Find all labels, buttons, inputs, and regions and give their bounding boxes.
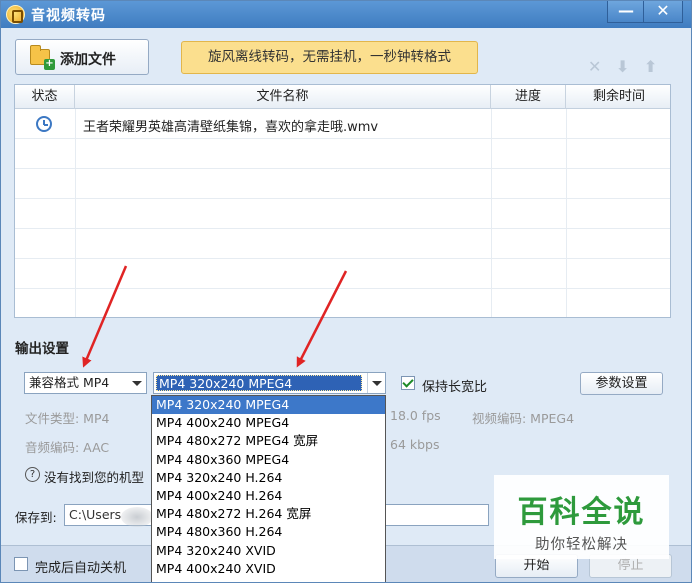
add-file-label: 添加文件 (60, 52, 116, 68)
auto-shutdown-checkbox[interactable] (14, 557, 28, 571)
column-header-filename[interactable]: 文件名称 (75, 85, 491, 109)
app-icon (6, 5, 25, 24)
watermark-logo: 百科全说 (517, 495, 646, 530)
table-row-empty (15, 169, 670, 199)
dropdown-option[interactable]: MP4 480x360 H.264 (152, 523, 385, 541)
column-header-remaining[interactable]: 剩余时间 (566, 85, 670, 109)
clock-icon (36, 116, 52, 132)
audio-codec-info: 音频编码: AAC (25, 440, 110, 455)
baike-watermark: 百科全说 助你轻松解决 (494, 475, 669, 559)
move-down-icon[interactable]: ⬇ (616, 57, 629, 76)
table-header: 状态 文件名称 进度 剩余时间 (15, 85, 670, 109)
dropdown-option[interactable]: MP4 400x240 H.264 (152, 487, 385, 505)
format-select[interactable]: 兼容格式 MP4 (24, 372, 147, 394)
device-not-found-link[interactable]: 没有找到您的机型 (44, 467, 144, 486)
dropdown-option[interactable]: MP4 480x272 MPEG4 宽屏 (152, 432, 385, 450)
table-row-empty (15, 139, 670, 169)
table-row-empty (15, 259, 670, 289)
keep-ratio-checkbox[interactable] (401, 376, 415, 390)
save-to-label: 保存到: (15, 510, 57, 525)
keep-ratio-label[interactable]: 保持长宽比 (422, 376, 487, 395)
dropdown-option[interactable]: MP4 400x240 MPEG4 (152, 414, 385, 432)
minimize-button[interactable]: — (607, 1, 645, 23)
profile-select[interactable]: MP4 320x240 MPEG4 (153, 372, 386, 394)
chevron-down-icon[interactable] (367, 373, 385, 393)
file-list-table[interactable]: 状态 文件名称 进度 剩余时间 王者荣耀男英雄高清壁纸集锦，喜欢的拿走哦.wmv (14, 84, 671, 318)
close-button[interactable]: ✕ (643, 1, 683, 23)
file-name-cell: 王者荣耀男英雄高清壁纸集锦，喜欢的拿走哦.wmv (83, 120, 379, 135)
promo-banner[interactable]: 旋风离线转码，无需挂机，一秒钟转格式 (181, 41, 478, 74)
delete-icon[interactable]: ✕ (588, 57, 601, 76)
profile-dropdown-list[interactable]: MP4 320x240 MPEG4 MP4 400x240 MPEG4 MP4 … (151, 395, 386, 582)
param-settings-button[interactable]: 参数设置 (580, 372, 663, 395)
file-type-info: 文件类型: MP4 (25, 411, 110, 426)
window-title: 音视频转码 (31, 8, 106, 24)
dropdown-option[interactable]: MP4 320x240 MPEG4 (152, 396, 385, 415)
format-select-value: 兼容格式 MP4 (29, 375, 110, 390)
converter-window: 音视频转码 — ✕ 添加文件 旋风离线转码，无需挂机，一秒钟转格式 ✕ ⬇ ⬆ … (0, 0, 692, 583)
table-row[interactable]: 王者荣耀男英雄高清壁纸集锦，喜欢的拿走哦.wmv (15, 109, 670, 139)
frame-rate-info: 18.0 fps (390, 408, 441, 423)
auto-shutdown-label[interactable]: 完成后自动关机 (35, 557, 126, 576)
chevron-down-icon[interactable] (128, 373, 146, 393)
bitrate-info: 64 kbps (390, 437, 440, 452)
dropdown-option[interactable]: MP4 400x240 XVID (152, 560, 385, 578)
move-up-icon[interactable]: ⬆ (644, 57, 657, 76)
dropdown-option[interactable]: MP4 320x240 H.264 (152, 469, 385, 487)
dropdown-option[interactable]: MP4 480x360 MPEG4 (152, 451, 385, 469)
blurred-region (121, 507, 153, 527)
table-row-empty (15, 229, 670, 259)
dropdown-option[interactable]: MP4 320x240 XVID (152, 542, 385, 560)
video-codec-info: 视频编码: MPEG4 (472, 411, 575, 426)
table-row-empty (15, 199, 670, 229)
dropdown-option[interactable]: MP4 480x272 H.264 宽屏 (152, 505, 385, 523)
add-folder-icon (30, 45, 55, 70)
watermark-subtitle: 助你轻松解决 (535, 537, 628, 553)
help-icon[interactable]: ? (25, 467, 40, 482)
profile-select-value: MP4 320x240 MPEG4 (156, 375, 362, 391)
column-header-status[interactable]: 状态 (15, 85, 75, 109)
table-row-empty (15, 289, 670, 317)
add-file-button[interactable]: 添加文件 (15, 39, 149, 75)
column-header-progress[interactable]: 进度 (491, 85, 566, 109)
output-settings-label: 输出设置 (15, 341, 69, 357)
title-bar[interactable]: 音视频转码 — ✕ (1, 1, 691, 28)
